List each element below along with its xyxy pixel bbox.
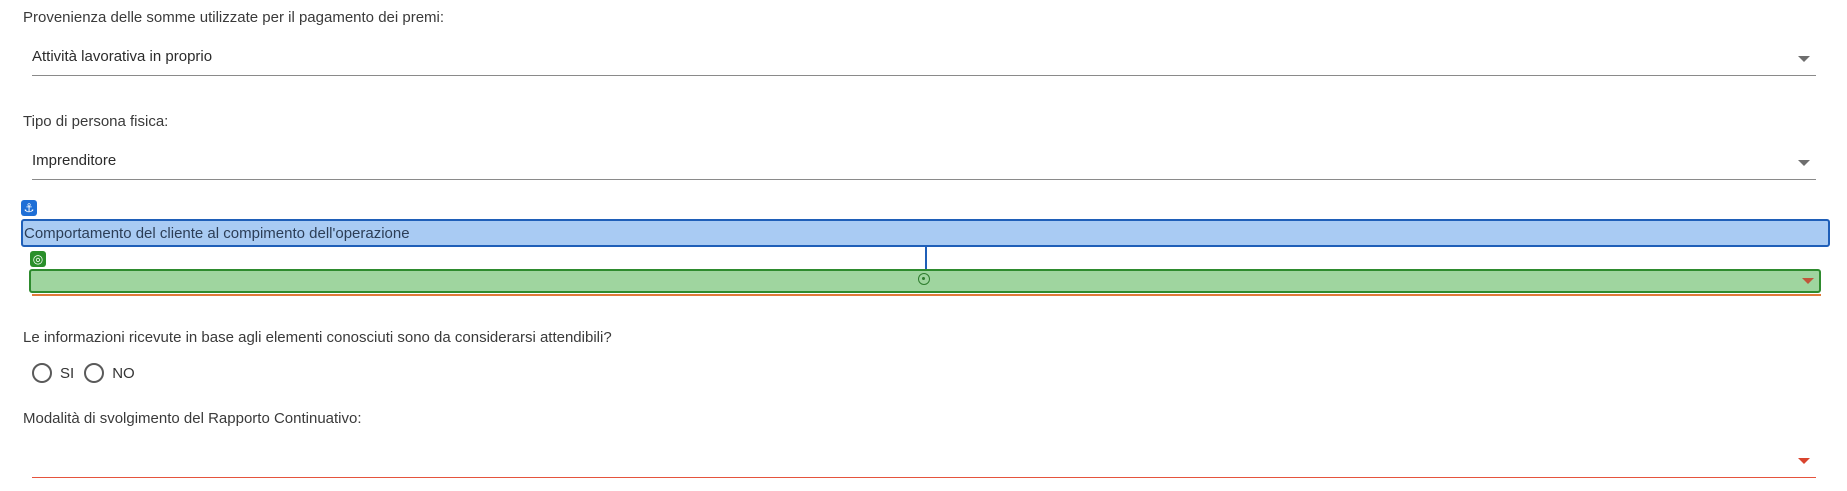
comportamento-label-highlight: Comportamento del cliente al compimento … xyxy=(21,219,1830,247)
comportamento-underline xyxy=(32,294,1821,296)
radio-si[interactable]: SI xyxy=(32,363,74,383)
provenienza-select[interactable]: Attività lavorativa in proprio xyxy=(32,46,1816,76)
radio-label-no[interactable]: NO xyxy=(112,365,135,382)
chevron-down-icon[interactable] xyxy=(1798,56,1810,62)
tipo-persona-selected-value: Imprenditore xyxy=(32,152,117,169)
modalita-select[interactable] xyxy=(32,448,1816,478)
chevron-down-icon[interactable] xyxy=(1798,160,1810,166)
radio-circle-si[interactable] xyxy=(32,363,52,383)
provenienza-selected-value: Attività lavorativa in proprio xyxy=(32,48,213,65)
chevron-down-icon[interactable] xyxy=(1798,458,1810,464)
crosshair-icon xyxy=(918,273,930,285)
provenienza-label: Provenienza delle somme utilizzate per i… xyxy=(23,9,445,26)
target-icon: ◎ xyxy=(30,251,46,267)
tipo-persona-label: Tipo di persona fisica: xyxy=(23,113,169,130)
modalita-label: Modalità di svolgimento del Rapporto Con… xyxy=(23,410,362,427)
radio-label-si[interactable]: SI xyxy=(60,365,74,382)
informazioni-radio-group: SI NO xyxy=(32,362,145,384)
chevron-down-icon[interactable] xyxy=(1802,278,1814,284)
anchor-icon: ⚓ xyxy=(21,200,37,216)
tipo-persona-select[interactable]: Imprenditore xyxy=(32,150,1816,180)
informazioni-label: Le informazioni ricevute in base agli el… xyxy=(23,329,612,346)
radio-circle-no[interactable] xyxy=(84,363,105,383)
radio-no[interactable]: NO xyxy=(84,363,135,383)
highlight-connector xyxy=(925,247,927,269)
comportamento-label: Comportamento del cliente al compimento … xyxy=(24,225,410,242)
